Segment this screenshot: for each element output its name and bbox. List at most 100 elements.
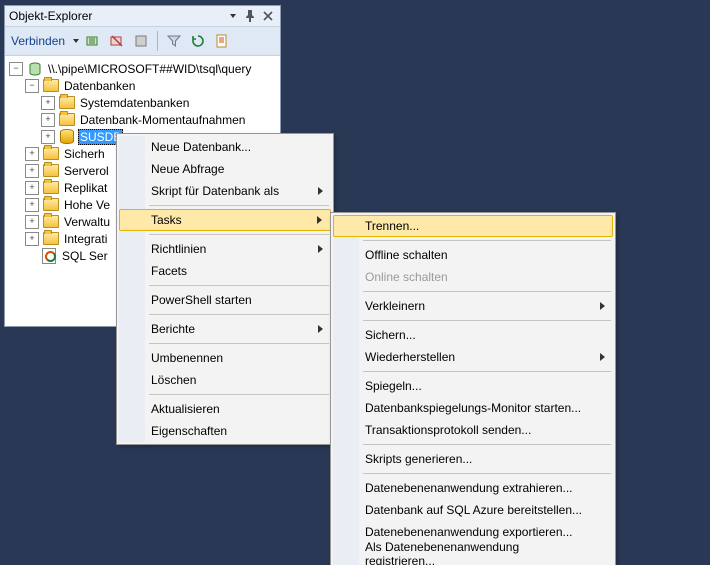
folder-icon	[43, 79, 59, 93]
folder-icon	[43, 181, 59, 195]
tree-node-label: Replikat	[62, 181, 109, 195]
menu-separator	[363, 371, 611, 372]
menu-separator	[363, 240, 611, 241]
menu-item-label: Offline schalten	[365, 248, 448, 262]
menu-item[interactable]: Berichte	[119, 318, 331, 340]
menu-item[interactable]: Neue Abfrage	[119, 158, 331, 180]
expand-icon[interactable]: +	[25, 198, 39, 212]
menu-item-label: Datenebenenanwendung exportieren...	[365, 525, 573, 539]
menu-item[interactable]: Facets	[119, 260, 331, 282]
folder-icon	[43, 147, 59, 161]
menu-separator	[149, 205, 329, 206]
server-icon	[27, 62, 43, 76]
tree-node-label: SQL Ser	[60, 249, 110, 263]
menu-item-label: Skript für Datenbank als	[151, 184, 279, 198]
menu-item-label: Sichern...	[365, 328, 416, 342]
menu-item[interactable]: Trennen...	[333, 215, 613, 237]
tree-node-label: Serverol	[62, 164, 111, 178]
expand-icon[interactable]: +	[41, 113, 55, 127]
menu-item-label: Spiegeln...	[365, 379, 422, 393]
disconnect-db-icon[interactable]	[107, 31, 127, 51]
submenu-arrow-icon	[318, 245, 323, 253]
menu-item[interactable]: Verkleinern	[333, 295, 613, 317]
connect-dropdown-icon[interactable]	[73, 39, 79, 43]
tree-node-label: Sicherh	[62, 147, 107, 161]
expand-icon[interactable]: +	[25, 147, 39, 161]
collapse-icon[interactable]: −	[25, 79, 39, 93]
menu-item[interactable]: Skript für Datenbank als	[119, 180, 331, 202]
menu-item-label: Als Datenebenenanwendung registrieren...	[365, 540, 589, 565]
menu-item-label: Datenbank auf SQL Azure bereitstellen...	[365, 503, 582, 517]
menu-item-label: Facets	[151, 264, 187, 278]
menu-item[interactable]: Spiegeln...	[333, 375, 613, 397]
pin-icon[interactable]	[242, 8, 258, 24]
expand-icon[interactable]: +	[25, 181, 39, 195]
menu-item[interactable]: Wiederherstellen	[333, 346, 613, 368]
toolbar-separator	[157, 31, 158, 51]
menu-item[interactable]: Löschen	[119, 369, 331, 391]
menu-separator	[149, 343, 329, 344]
tree-snapshots-node[interactable]: + Datenbank-Momentaufnahmen	[5, 111, 280, 128]
tree-databases-node[interactable]: − Datenbanken	[5, 77, 280, 94]
menu-separator	[149, 234, 329, 235]
panel-toolbar: Verbinden	[5, 27, 280, 56]
expand-icon[interactable]: +	[41, 130, 55, 144]
expand-icon[interactable]: +	[25, 232, 39, 246]
tree-node-label: Datenbank-Momentaufnahmen	[78, 113, 247, 127]
panel-title: Objekt-Explorer	[9, 9, 222, 23]
menu-item-label: Berichte	[151, 322, 195, 336]
menu-item[interactable]: Neue Datenbank...	[119, 136, 331, 158]
collapse-icon[interactable]: −	[9, 62, 23, 76]
close-icon[interactable]	[260, 8, 276, 24]
menu-separator	[363, 320, 611, 321]
panel-dropdown-icon[interactable]	[224, 8, 240, 24]
menu-item[interactable]: PowerShell starten	[119, 289, 331, 311]
menu-item: Online schalten	[333, 266, 613, 288]
connect-button[interactable]: Verbinden	[9, 34, 67, 48]
script-icon[interactable]	[212, 31, 232, 51]
menu-item-label: PowerShell starten	[151, 293, 252, 307]
stop-icon[interactable]	[131, 31, 151, 51]
menu-separator	[363, 444, 611, 445]
filter-icon[interactable]	[164, 31, 184, 51]
menu-item[interactable]: Aktualisieren	[119, 398, 331, 420]
folder-icon	[59, 113, 75, 127]
menu-separator	[149, 314, 329, 315]
submenu-arrow-icon	[318, 187, 323, 195]
menu-item[interactable]: Datenbank auf SQL Azure bereitstellen...	[333, 499, 613, 521]
menu-item-label: Datenebenenanwendung extrahieren...	[365, 481, 573, 495]
menu-item-label: Skripts generieren...	[365, 452, 472, 466]
report-icon	[41, 249, 57, 263]
menu-item[interactable]: Skripts generieren...	[333, 448, 613, 470]
menu-item[interactable]: Richtlinien	[119, 238, 331, 260]
submenu-arrow-icon	[600, 302, 605, 310]
menu-separator	[149, 394, 329, 395]
expand-icon[interactable]: +	[25, 215, 39, 229]
folder-icon	[43, 198, 59, 212]
submenu-arrow-icon	[318, 325, 323, 333]
submenu-arrow-icon	[600, 353, 605, 361]
menu-item[interactable]: Datenbankspiegelungs-Monitor starten...	[333, 397, 613, 419]
menu-item[interactable]: Sichern...	[333, 324, 613, 346]
menu-item[interactable]: Als Datenebenenanwendung registrieren...	[333, 543, 613, 565]
tree-sysdb-node[interactable]: + Systemdatenbanken	[5, 94, 280, 111]
tree-node-label: Datenbanken	[62, 79, 137, 93]
refresh-icon[interactable]	[188, 31, 208, 51]
connect-db-icon[interactable]	[83, 31, 103, 51]
menu-item[interactable]: Umbenennen	[119, 347, 331, 369]
menu-item-label: Verkleinern	[365, 299, 425, 313]
menu-item-label: Transaktionsprotokoll senden...	[365, 423, 531, 437]
tree-server-node[interactable]: − \\.\pipe\MICROSOFT##WID\tsql\query	[5, 60, 280, 77]
menu-item[interactable]: Transaktionsprotokoll senden...	[333, 419, 613, 441]
tasks-submenu: Trennen... Offline schalten Online schalte…	[330, 212, 616, 565]
menu-item-label: Wiederherstellen	[365, 350, 455, 364]
menu-item-label: Löschen	[151, 373, 196, 387]
menu-item-label: Umbenennen	[151, 351, 223, 365]
expand-icon[interactable]: +	[25, 164, 39, 178]
menu-item[interactable]: Tasks	[119, 209, 331, 231]
menu-item[interactable]: Offline schalten	[333, 244, 613, 266]
expand-icon[interactable]: +	[41, 96, 55, 110]
tree-node-label: Hohe Ve	[62, 198, 112, 212]
menu-item[interactable]: Datenebenenanwendung extrahieren...	[333, 477, 613, 499]
menu-item[interactable]: Eigenschaften	[119, 420, 331, 442]
